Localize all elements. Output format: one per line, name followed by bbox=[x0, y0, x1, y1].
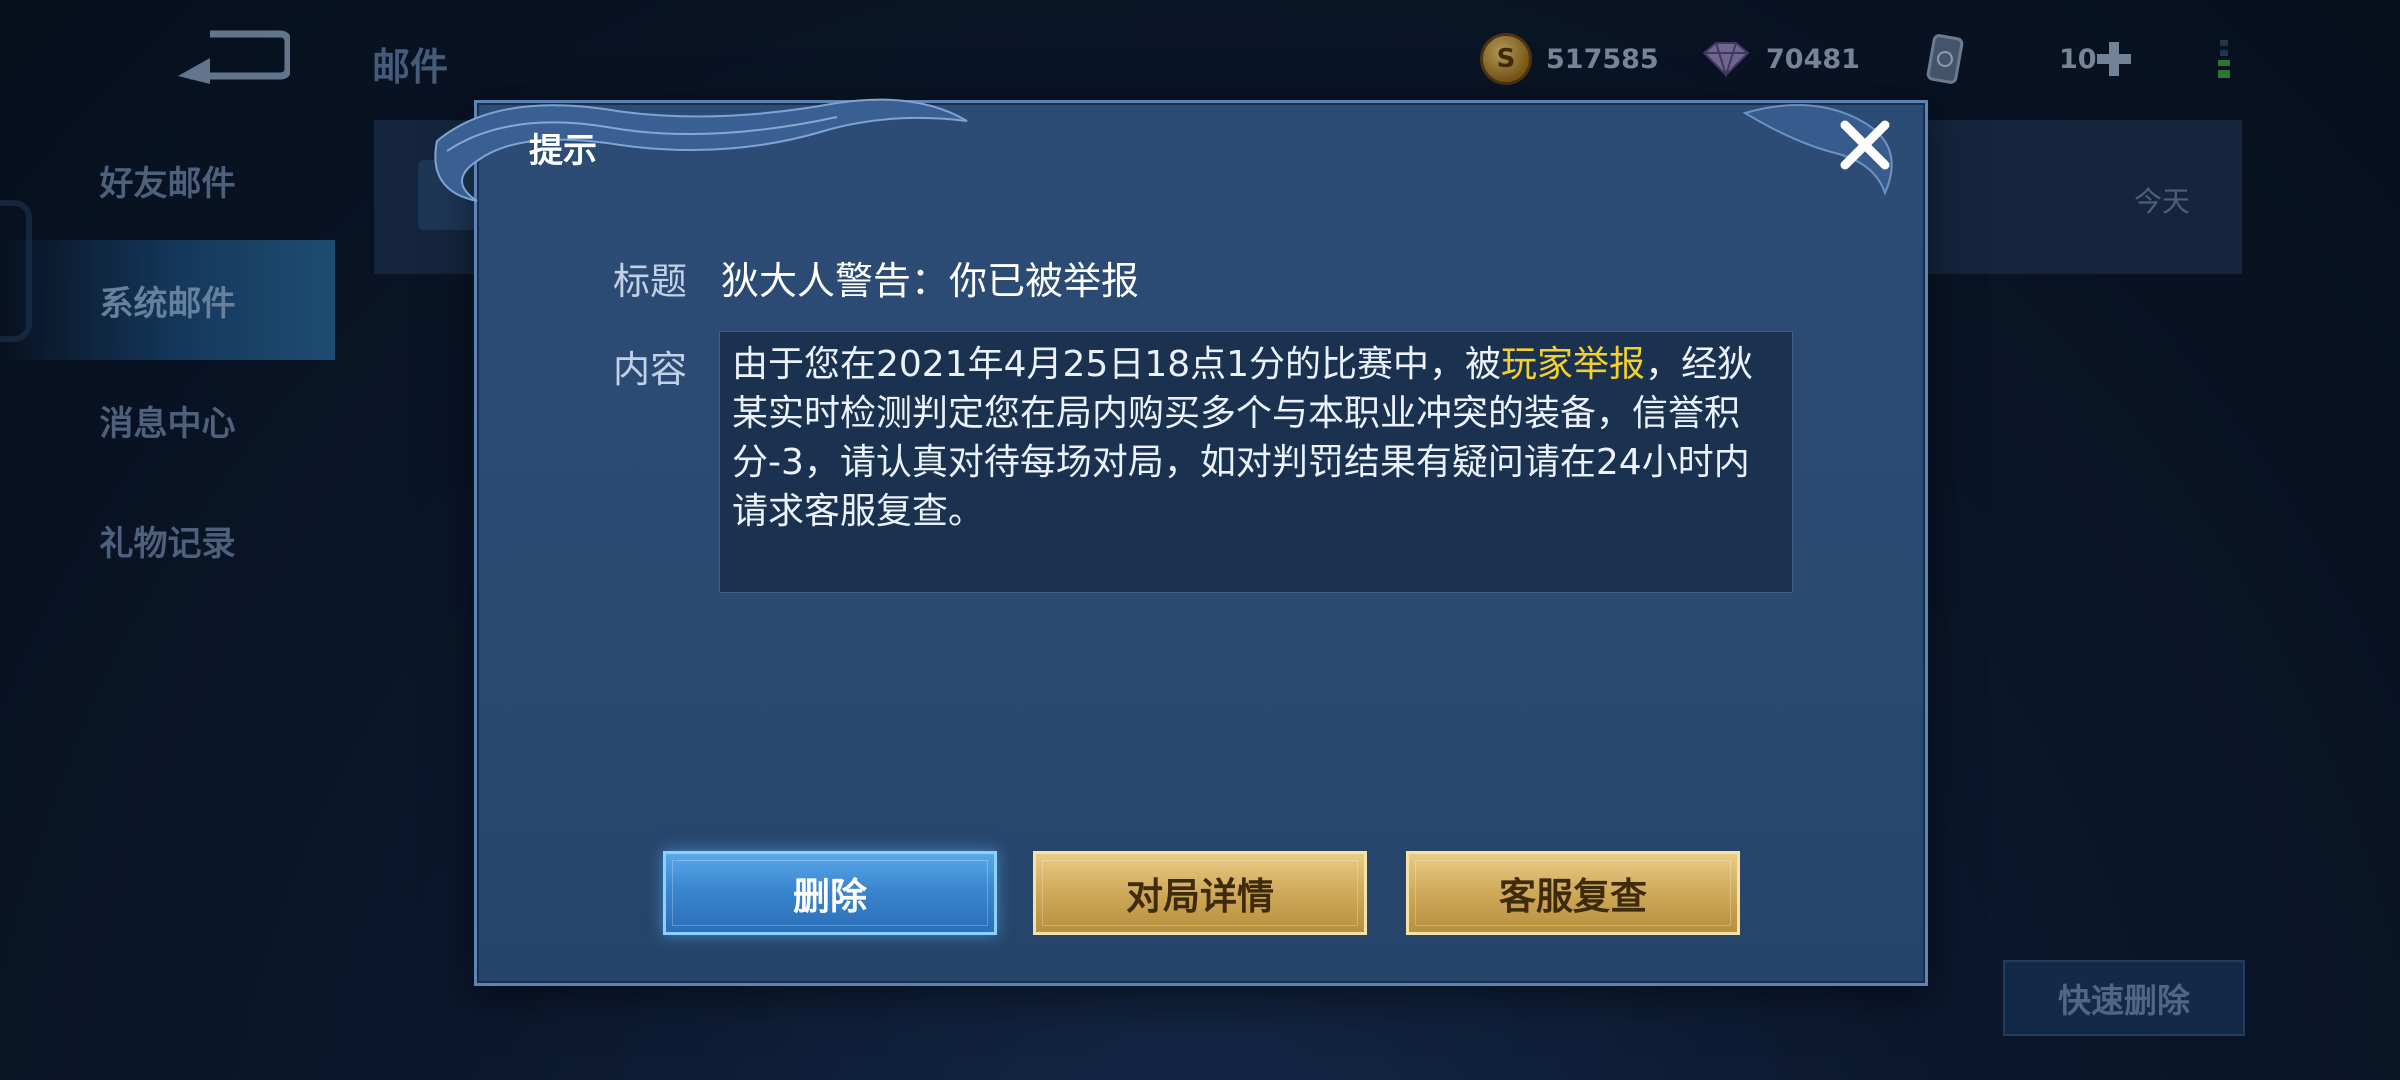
content-text-before: 由于您在2021年4月25日18点1分的比赛中，被 bbox=[732, 344, 1502, 385]
close-icon[interactable] bbox=[1835, 115, 1895, 175]
customer-review-button[interactable]: 客服复查 bbox=[1406, 851, 1740, 935]
content-label: 内容 bbox=[613, 348, 687, 391]
content-highlight-player-report: 玩家举报 bbox=[1501, 344, 1646, 385]
dialog-title: 提示 bbox=[529, 131, 597, 171]
customer-review-button-label: 客服复查 bbox=[1499, 875, 1647, 918]
subject-label: 标题 bbox=[613, 260, 687, 303]
mail-subject: 狄大人警告：你已被举报 bbox=[721, 259, 1140, 303]
delete-button-label: 删除 bbox=[793, 875, 867, 918]
delete-button[interactable]: 删除 bbox=[663, 851, 997, 935]
notice-dialog: 提示 标题 狄大人警告：你已被举报 内容 由于您在2021年4月25日18点1分… bbox=[434, 98, 1928, 986]
match-details-button[interactable]: 对局详情 bbox=[1033, 851, 1367, 935]
match-details-button-label: 对局详情 bbox=[1126, 875, 1274, 918]
swirl-decoration bbox=[434, 98, 968, 202]
mail-content-box: 由于您在2021年4月25日18点1分的比赛中，被玩家举报，经狄某实时检测判定您… bbox=[719, 331, 1793, 593]
